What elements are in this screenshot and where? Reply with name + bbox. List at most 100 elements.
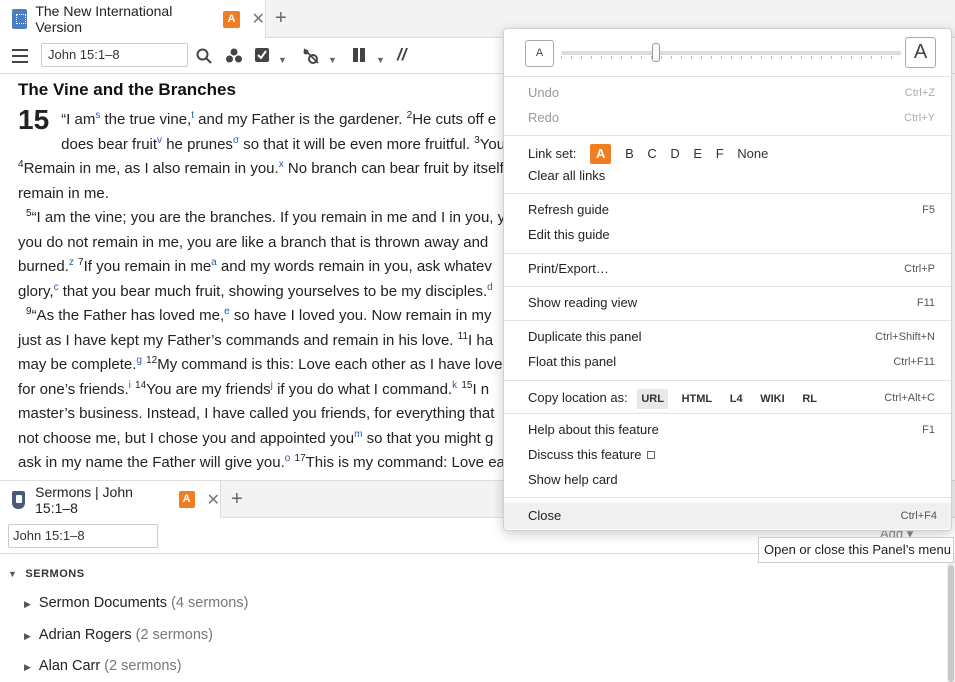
list-item[interactable]: ▶ Alan Carr (2 sermons): [24, 658, 182, 674]
panel-menu-icon[interactable]: [12, 49, 28, 63]
footnote-marker[interactable]: x: [279, 159, 284, 170]
reference-input[interactable]: John 15:1–8: [8, 524, 158, 548]
external-link-icon: [647, 451, 656, 459]
add-tab-icon[interactable]: +: [275, 7, 287, 30]
parallel-resources-icon[interactable]: //: [397, 46, 406, 64]
link-set-option[interactable]: E: [693, 143, 702, 165]
link-set-option[interactable]: D: [670, 143, 679, 165]
verse-number: 14: [135, 379, 147, 391]
help-shortcut: F1: [922, 424, 935, 436]
edit-guide-item[interactable]: Edit this guide: [528, 224, 610, 246]
footnote-marker[interactable]: i: [129, 380, 131, 391]
chevron-right-icon: ▶: [24, 599, 31, 609]
refresh-shortcut: F5: [922, 204, 935, 216]
add-tab-icon[interactable]: +: [231, 488, 243, 511]
help-card-item[interactable]: Show help card: [528, 469, 618, 491]
sermon-icon: [12, 490, 26, 509]
reference-input[interactable]: John 15:1–8: [41, 43, 188, 67]
zoom-out-button[interactable]: A: [525, 40, 554, 67]
link-set-option[interactable]: B: [625, 143, 634, 165]
book-icon: [12, 9, 28, 29]
zoom-in-button[interactable]: A: [905, 37, 936, 68]
footnote-marker[interactable]: k: [452, 380, 457, 391]
list-item[interactable]: ▶ Adrian Rogers (2 sermons): [24, 627, 213, 643]
visual-filter-icon[interactable]: [226, 48, 242, 64]
footnote-marker[interactable]: g: [136, 355, 142, 366]
zoom-ticks: [561, 56, 901, 59]
link-set-option[interactable]: F: [716, 143, 724, 165]
chevron-down-icon[interactable]: ▼: [278, 51, 287, 69]
footnote-marker[interactable]: a: [211, 257, 217, 268]
interlinear-icon[interactable]: [302, 47, 320, 65]
redo-item[interactable]: Redo: [528, 107, 559, 129]
columns-icon[interactable]: [352, 48, 366, 62]
chapter-number: 15: [18, 104, 50, 135]
separator: [504, 413, 951, 414]
close-icon[interactable]: ✕: [207, 490, 220, 510]
clear-links-item[interactable]: Clear all links: [528, 165, 605, 187]
separator: [504, 286, 951, 287]
footnote-marker[interactable]: s: [95, 110, 100, 121]
tab-sermons[interactable]: Sermons | John 15:1–8 A ✕: [0, 481, 221, 518]
footnote-marker[interactable]: v: [157, 135, 162, 146]
zoom-slider-handle[interactable]: [652, 43, 661, 62]
section-header[interactable]: ▼ SERMONS: [8, 568, 85, 580]
footnote-marker[interactable]: m: [354, 429, 362, 440]
footnote-marker[interactable]: z: [69, 257, 74, 268]
list-item[interactable]: ▶ Sermon Documents (4 sermons): [24, 595, 248, 611]
separator: [504, 320, 951, 321]
duplicate-panel-item[interactable]: Duplicate this panel: [528, 326, 641, 348]
verse-number: 2: [406, 110, 413, 121]
close-icon[interactable]: ✕: [252, 9, 265, 29]
copy-format-option[interactable]: URL: [637, 389, 668, 409]
search-icon[interactable]: [196, 48, 212, 64]
link-set-option[interactable]: C: [647, 143, 656, 165]
separator: [504, 253, 951, 254]
link-set-badge[interactable]: A: [223, 10, 240, 28]
print-export-item[interactable]: Print/Export…: [528, 258, 609, 280]
reading-shortcut: F11: [916, 297, 935, 309]
footnote-marker[interactable]: t: [191, 110, 194, 121]
chevron-down-icon: ▼: [8, 569, 18, 579]
panel-menu-tooltip: Open or close this Panel’s menu: [758, 537, 954, 563]
chevron-down-icon[interactable]: ▼: [328, 51, 337, 69]
copy-format-option[interactable]: WIKI: [756, 389, 788, 409]
link-set-option[interactable]: A: [590, 144, 612, 164]
tab-title: The New International Version: [35, 3, 173, 35]
scrollbar-thumb[interactable]: [948, 565, 954, 682]
reading-view-item[interactable]: Show reading view: [528, 292, 637, 314]
copy-format-option[interactable]: HTML: [678, 389, 717, 409]
undo-item[interactable]: Undo: [528, 82, 559, 104]
chevron-right-icon: ▶: [24, 662, 31, 672]
zoom-slider[interactable]: [561, 51, 901, 55]
verse-number: 3: [474, 134, 480, 146]
redo-shortcut: Ctrl+Y: [904, 112, 935, 124]
float-panel-item[interactable]: Float this panel: [528, 351, 616, 373]
footnote-marker[interactable]: j: [271, 380, 273, 391]
link-set-option[interactable]: None: [737, 143, 768, 165]
tab-niv[interactable]: The New International Version A ✕: [0, 0, 266, 38]
footnote-marker[interactable]: d: [487, 282, 493, 293]
footnote-marker[interactable]: σ: [233, 135, 239, 146]
verse-number: 17: [294, 453, 306, 464]
link-set-badge[interactable]: A: [178, 491, 195, 508]
refresh-guide-item[interactable]: Refresh guide: [528, 199, 609, 221]
undo-shortcut: Ctrl+Z: [904, 87, 935, 99]
discuss-item[interactable]: Discuss this feature: [528, 444, 656, 466]
help-item[interactable]: Help about this feature: [528, 419, 659, 441]
copy-format-option[interactable]: RL: [798, 389, 821, 409]
chevron-right-icon: ▶: [24, 631, 31, 641]
chevron-down-icon[interactable]: ▼: [376, 51, 385, 69]
close-panel-item[interactable]: Close Ctrl+F4: [504, 503, 951, 529]
verse-number: 15: [461, 379, 473, 391]
link-set-row: Link set: A B C D E F None: [528, 143, 768, 165]
footnote-marker[interactable]: o: [285, 453, 291, 464]
inline-checkbox-icon[interactable]: [254, 47, 270, 63]
footnote-marker[interactable]: c: [54, 282, 59, 293]
scrollbar[interactable]: [947, 555, 955, 682]
print-shortcut: Ctrl+P: [904, 263, 935, 275]
verse-number: 11: [457, 330, 469, 342]
verse-number: 7: [78, 257, 84, 268]
footnote-marker[interactable]: e: [224, 306, 230, 317]
copy-format-option[interactable]: L4: [726, 389, 747, 409]
